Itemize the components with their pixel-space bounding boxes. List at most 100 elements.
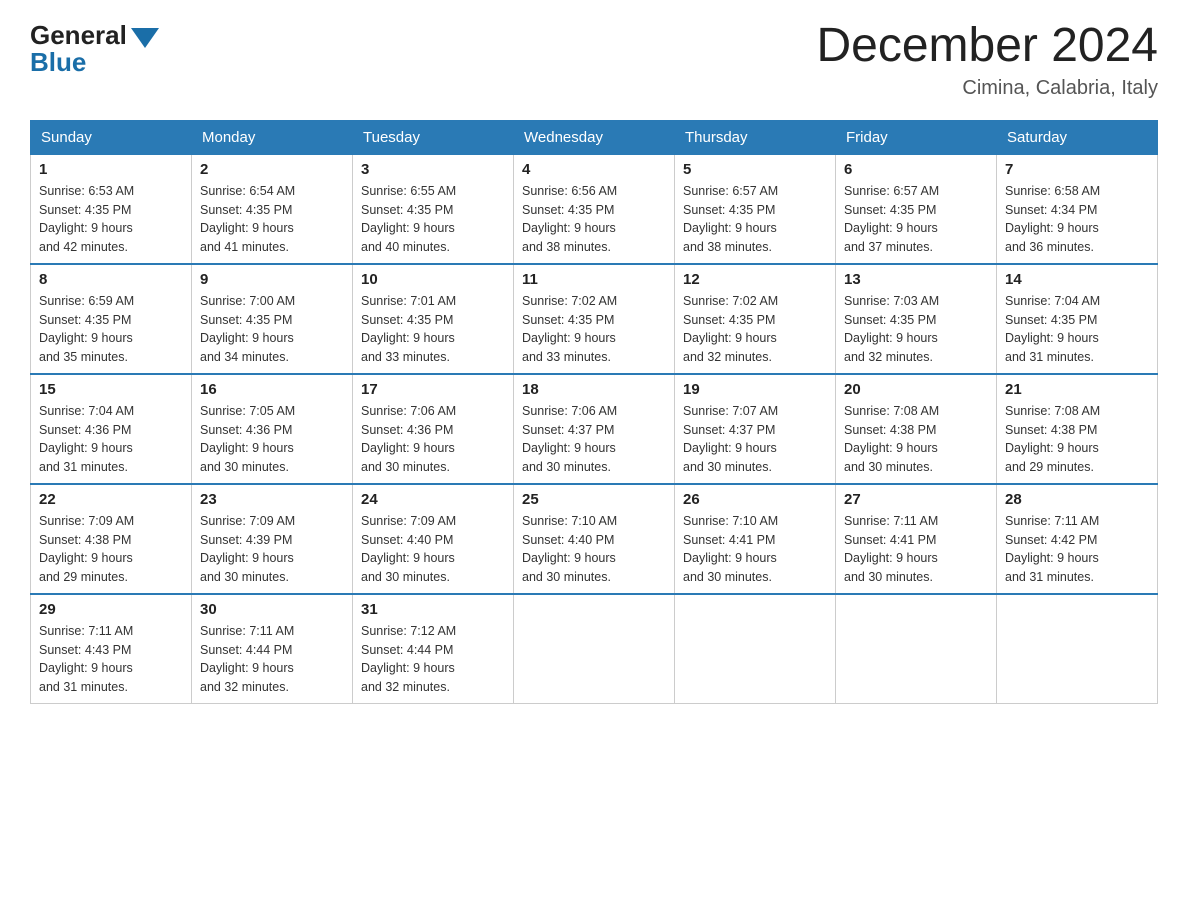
day-number: 22 bbox=[39, 491, 183, 508]
day-info: Sunrise: 7:04 AM Sunset: 4:35 PM Dayligh… bbox=[1005, 292, 1149, 367]
table-row: 11 Sunrise: 7:02 AM Sunset: 4:35 PM Dayl… bbox=[514, 264, 675, 374]
day-number: 29 bbox=[39, 601, 183, 618]
table-row: 29 Sunrise: 7:11 AM Sunset: 4:43 PM Dayl… bbox=[31, 594, 192, 704]
calendar-week-row: 1 Sunrise: 6:53 AM Sunset: 4:35 PM Dayli… bbox=[31, 154, 1158, 264]
table-row: 28 Sunrise: 7:11 AM Sunset: 4:42 PM Dayl… bbox=[997, 484, 1158, 594]
day-info: Sunrise: 7:10 AM Sunset: 4:40 PM Dayligh… bbox=[522, 512, 666, 587]
table-row bbox=[997, 594, 1158, 704]
header-saturday: Saturday bbox=[997, 120, 1158, 154]
day-info: Sunrise: 7:11 AM Sunset: 4:44 PM Dayligh… bbox=[200, 622, 344, 697]
day-info: Sunrise: 7:03 AM Sunset: 4:35 PM Dayligh… bbox=[844, 292, 988, 367]
day-number: 11 bbox=[522, 271, 666, 288]
day-info: Sunrise: 7:09 AM Sunset: 4:40 PM Dayligh… bbox=[361, 512, 505, 587]
day-info: Sunrise: 7:11 AM Sunset: 4:43 PM Dayligh… bbox=[39, 622, 183, 697]
page-header: General Blue December 2024 Cimina, Calab… bbox=[30, 20, 1158, 100]
day-number: 31 bbox=[361, 601, 505, 618]
day-number: 18 bbox=[522, 381, 666, 398]
day-info: Sunrise: 7:06 AM Sunset: 4:37 PM Dayligh… bbox=[522, 402, 666, 477]
logo-blue-text: Blue bbox=[30, 47, 86, 78]
day-info: Sunrise: 6:53 AM Sunset: 4:35 PM Dayligh… bbox=[39, 182, 183, 257]
table-row: 12 Sunrise: 7:02 AM Sunset: 4:35 PM Dayl… bbox=[675, 264, 836, 374]
day-info: Sunrise: 6:57 AM Sunset: 4:35 PM Dayligh… bbox=[844, 182, 988, 257]
calendar-week-row: 29 Sunrise: 7:11 AM Sunset: 4:43 PM Dayl… bbox=[31, 594, 1158, 704]
day-info: Sunrise: 7:11 AM Sunset: 4:42 PM Dayligh… bbox=[1005, 512, 1149, 587]
table-row: 3 Sunrise: 6:55 AM Sunset: 4:35 PM Dayli… bbox=[353, 154, 514, 264]
day-info: Sunrise: 7:08 AM Sunset: 4:38 PM Dayligh… bbox=[1005, 402, 1149, 477]
table-row: 10 Sunrise: 7:01 AM Sunset: 4:35 PM Dayl… bbox=[353, 264, 514, 374]
calendar-table: Sunday Monday Tuesday Wednesday Thursday… bbox=[30, 120, 1158, 704]
table-row bbox=[836, 594, 997, 704]
header-tuesday: Tuesday bbox=[353, 120, 514, 154]
table-row: 23 Sunrise: 7:09 AM Sunset: 4:39 PM Dayl… bbox=[192, 484, 353, 594]
table-row: 14 Sunrise: 7:04 AM Sunset: 4:35 PM Dayl… bbox=[997, 264, 1158, 374]
table-row: 26 Sunrise: 7:10 AM Sunset: 4:41 PM Dayl… bbox=[675, 484, 836, 594]
day-number: 1 bbox=[39, 161, 183, 178]
table-row: 19 Sunrise: 7:07 AM Sunset: 4:37 PM Dayl… bbox=[675, 374, 836, 484]
table-row: 21 Sunrise: 7:08 AM Sunset: 4:38 PM Dayl… bbox=[997, 374, 1158, 484]
day-info: Sunrise: 7:02 AM Sunset: 4:35 PM Dayligh… bbox=[683, 292, 827, 367]
table-row: 16 Sunrise: 7:05 AM Sunset: 4:36 PM Dayl… bbox=[192, 374, 353, 484]
table-row bbox=[675, 594, 836, 704]
day-number: 24 bbox=[361, 491, 505, 508]
day-info: Sunrise: 6:56 AM Sunset: 4:35 PM Dayligh… bbox=[522, 182, 666, 257]
day-number: 10 bbox=[361, 271, 505, 288]
day-number: 20 bbox=[844, 381, 988, 398]
day-number: 23 bbox=[200, 491, 344, 508]
day-number: 6 bbox=[844, 161, 988, 178]
day-number: 8 bbox=[39, 271, 183, 288]
table-row: 1 Sunrise: 6:53 AM Sunset: 4:35 PM Dayli… bbox=[31, 154, 192, 264]
day-number: 14 bbox=[1005, 271, 1149, 288]
table-row: 20 Sunrise: 7:08 AM Sunset: 4:38 PM Dayl… bbox=[836, 374, 997, 484]
calendar-week-row: 22 Sunrise: 7:09 AM Sunset: 4:38 PM Dayl… bbox=[31, 484, 1158, 594]
day-info: Sunrise: 7:05 AM Sunset: 4:36 PM Dayligh… bbox=[200, 402, 344, 477]
table-row: 22 Sunrise: 7:09 AM Sunset: 4:38 PM Dayl… bbox=[31, 484, 192, 594]
table-row: 2 Sunrise: 6:54 AM Sunset: 4:35 PM Dayli… bbox=[192, 154, 353, 264]
table-row: 9 Sunrise: 7:00 AM Sunset: 4:35 PM Dayli… bbox=[192, 264, 353, 374]
day-number: 3 bbox=[361, 161, 505, 178]
header-friday: Friday bbox=[836, 120, 997, 154]
day-number: 25 bbox=[522, 491, 666, 508]
table-row: 17 Sunrise: 7:06 AM Sunset: 4:36 PM Dayl… bbox=[353, 374, 514, 484]
header-wednesday: Wednesday bbox=[514, 120, 675, 154]
day-number: 12 bbox=[683, 271, 827, 288]
table-row: 15 Sunrise: 7:04 AM Sunset: 4:36 PM Dayl… bbox=[31, 374, 192, 484]
table-row: 31 Sunrise: 7:12 AM Sunset: 4:44 PM Dayl… bbox=[353, 594, 514, 704]
logo: General Blue bbox=[30, 20, 159, 78]
table-row: 4 Sunrise: 6:56 AM Sunset: 4:35 PM Dayli… bbox=[514, 154, 675, 264]
month-title: December 2024 bbox=[816, 20, 1158, 73]
day-info: Sunrise: 7:04 AM Sunset: 4:36 PM Dayligh… bbox=[39, 402, 183, 477]
day-info: Sunrise: 7:06 AM Sunset: 4:36 PM Dayligh… bbox=[361, 402, 505, 477]
calendar-header-row: Sunday Monday Tuesday Wednesday Thursday… bbox=[31, 120, 1158, 154]
table-row: 13 Sunrise: 7:03 AM Sunset: 4:35 PM Dayl… bbox=[836, 264, 997, 374]
day-info: Sunrise: 7:10 AM Sunset: 4:41 PM Dayligh… bbox=[683, 512, 827, 587]
day-info: Sunrise: 7:01 AM Sunset: 4:35 PM Dayligh… bbox=[361, 292, 505, 367]
table-row: 6 Sunrise: 6:57 AM Sunset: 4:35 PM Dayli… bbox=[836, 154, 997, 264]
header-monday: Monday bbox=[192, 120, 353, 154]
day-info: Sunrise: 7:07 AM Sunset: 4:37 PM Dayligh… bbox=[683, 402, 827, 477]
table-row bbox=[514, 594, 675, 704]
table-row: 5 Sunrise: 6:57 AM Sunset: 4:35 PM Dayli… bbox=[675, 154, 836, 264]
day-info: Sunrise: 7:09 AM Sunset: 4:39 PM Dayligh… bbox=[200, 512, 344, 587]
table-row: 8 Sunrise: 6:59 AM Sunset: 4:35 PM Dayli… bbox=[31, 264, 192, 374]
day-number: 15 bbox=[39, 381, 183, 398]
day-info: Sunrise: 6:57 AM Sunset: 4:35 PM Dayligh… bbox=[683, 182, 827, 257]
day-number: 26 bbox=[683, 491, 827, 508]
table-row: 24 Sunrise: 7:09 AM Sunset: 4:40 PM Dayl… bbox=[353, 484, 514, 594]
day-number: 21 bbox=[1005, 381, 1149, 398]
day-number: 5 bbox=[683, 161, 827, 178]
calendar-week-row: 15 Sunrise: 7:04 AM Sunset: 4:36 PM Dayl… bbox=[31, 374, 1158, 484]
header-sunday: Sunday bbox=[31, 120, 192, 154]
day-info: Sunrise: 7:00 AM Sunset: 4:35 PM Dayligh… bbox=[200, 292, 344, 367]
day-info: Sunrise: 7:08 AM Sunset: 4:38 PM Dayligh… bbox=[844, 402, 988, 477]
day-info: Sunrise: 6:54 AM Sunset: 4:35 PM Dayligh… bbox=[200, 182, 344, 257]
calendar-week-row: 8 Sunrise: 6:59 AM Sunset: 4:35 PM Dayli… bbox=[31, 264, 1158, 374]
day-info: Sunrise: 6:58 AM Sunset: 4:34 PM Dayligh… bbox=[1005, 182, 1149, 257]
day-number: 7 bbox=[1005, 161, 1149, 178]
logo-arrow-icon bbox=[131, 28, 159, 48]
day-number: 4 bbox=[522, 161, 666, 178]
table-row: 25 Sunrise: 7:10 AM Sunset: 4:40 PM Dayl… bbox=[514, 484, 675, 594]
day-info: Sunrise: 6:59 AM Sunset: 4:35 PM Dayligh… bbox=[39, 292, 183, 367]
table-row: 18 Sunrise: 7:06 AM Sunset: 4:37 PM Dayl… bbox=[514, 374, 675, 484]
header-thursday: Thursday bbox=[675, 120, 836, 154]
table-row: 30 Sunrise: 7:11 AM Sunset: 4:44 PM Dayl… bbox=[192, 594, 353, 704]
